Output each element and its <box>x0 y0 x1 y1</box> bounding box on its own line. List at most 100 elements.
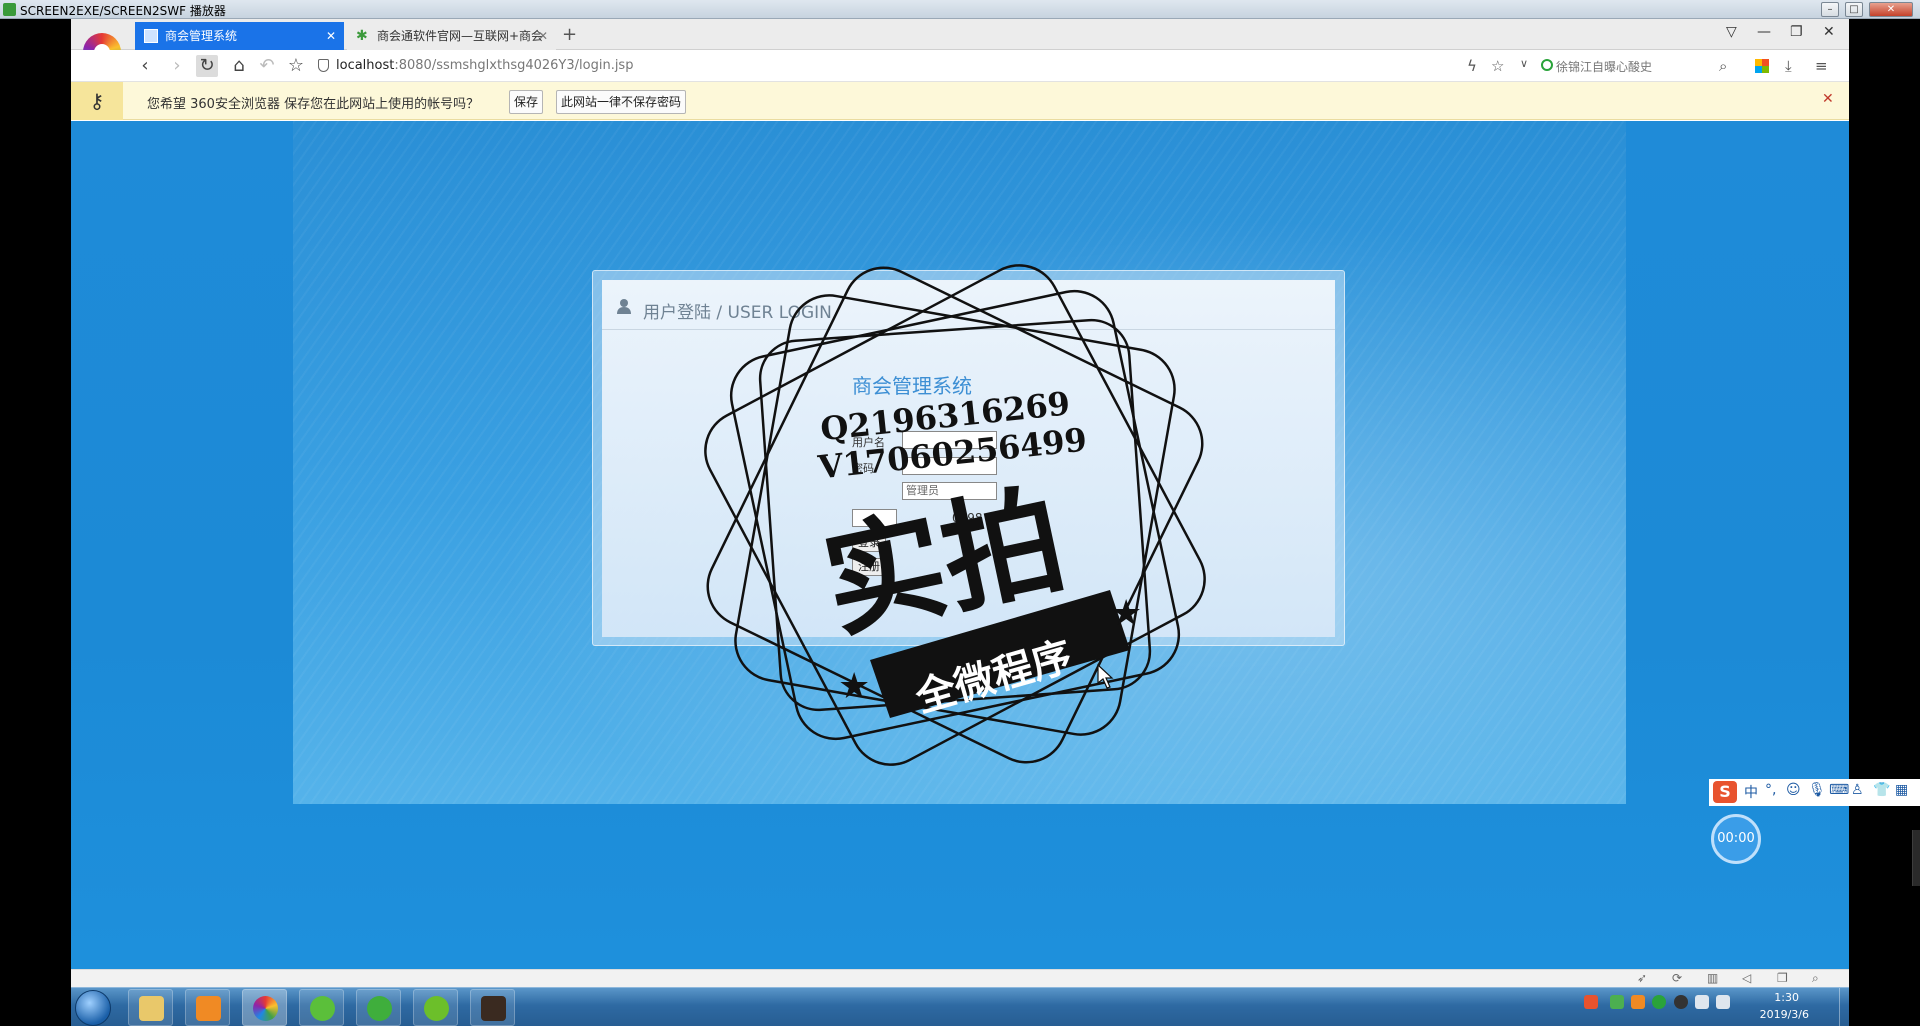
close-bar-icon[interactable]: ✕ <box>1822 91 1834 107</box>
password-save-bar: ⚷ 您希望 360安全浏览器 保存您在此网站上使用的帐号吗？ 保存 此网站一律不… <box>71 82 1849 120</box>
register-button[interactable]: 注册 <box>852 558 886 576</box>
role-select[interactable]: 管理员 <box>902 482 997 500</box>
close-icon[interactable]: ✕ <box>1869 2 1913 17</box>
recording-timer[interactable]: 00:00 <box>1711 814 1761 864</box>
system-tray: 1:30 2019/3/6 <box>1579 988 1849 1026</box>
username-input[interactable] <box>902 431 997 449</box>
captcha-input[interactable] <box>852 509 897 527</box>
clock-date[interactable]: 2019/3/6 <box>1760 1008 1809 1021</box>
green-app-icon <box>367 996 392 1021</box>
dropdown-chevron-icon[interactable]: ∨ <box>1520 57 1528 70</box>
security-shield-icon <box>318 59 329 72</box>
reload-icon[interactable]: ↻ <box>196 55 218 77</box>
download-icon[interactable]: ⤓ <box>1785 57 1792 75</box>
browser-icon <box>253 996 278 1021</box>
ime-mode[interactable]: 中 <box>1744 782 1758 802</box>
undo-close-icon[interactable]: ↶ <box>256 55 278 77</box>
taskbar-explorer[interactable] <box>128 989 173 1026</box>
trash-icon[interactable]: ▥ <box>1707 971 1718 985</box>
minimize-icon[interactable]: – <box>1821 2 1839 17</box>
outer-window-title: SCREEN2EXE/SCREEN2SWF 播放器 <box>20 4 226 18</box>
browser-restore-icon[interactable]: ❐ <box>1790 24 1803 40</box>
refresh-status-icon[interactable]: ⟳ <box>1672 971 1682 985</box>
new-tab-icon[interactable]: + <box>562 22 577 48</box>
mic-icon[interactable]: 🎙 <box>1808 782 1826 798</box>
sound-icon[interactable]: ◁ <box>1742 971 1751 985</box>
zoom-icon[interactable]: ⌕ <box>1812 971 1819 986</box>
volume-icon[interactable] <box>1716 995 1730 1009</box>
search-icon[interactable]: ⌕ <box>1719 57 1727 75</box>
tab-active[interactable]: 商会管理系统 ✕ <box>135 22 344 50</box>
login-panel-body: 用户登陆 / USER LOGIN 商会管理系统 用户名 密码 管理员 0698… <box>602 280 1335 637</box>
taskbar-browser[interactable] <box>242 989 287 1026</box>
tray-app-icon[interactable] <box>1631 995 1645 1009</box>
key-icon: ⚷ <box>71 82 123 120</box>
home-icon[interactable]: ⌂ <box>228 55 250 77</box>
back-icon[interactable]: ‹ <box>134 55 156 77</box>
side-handle[interactable] <box>1912 830 1920 886</box>
page-icon <box>144 29 158 43</box>
bookmark-star-icon[interactable]: ☆ <box>1491 57 1504 75</box>
browser-close-icon[interactable]: ✕ <box>1823 24 1835 40</box>
browser-status-bar: ➶ ⟳ ▥ ◁ ❐ ⌕ <box>71 969 1849 987</box>
outer-title-bar: SCREEN2EXE/SCREEN2SWF 播放器 – □ ✕ <box>0 0 1920 19</box>
qq-icon[interactable] <box>1674 995 1688 1009</box>
login-button[interactable]: 登录 <box>852 534 886 552</box>
tab-close-icon[interactable]: ✕ <box>326 22 336 50</box>
login-panel: 用户登陆 / USER LOGIN 商会管理系统 用户名 密码 管理员 0698… <box>592 270 1345 646</box>
sogou-ime-icon[interactable]: S <box>1713 781 1737 803</box>
folder-icon <box>139 996 164 1021</box>
player-logo-icon <box>3 3 16 16</box>
apps-icon[interactable] <box>1755 59 1769 73</box>
url-path: :8080/ssmshglxthsg4026Y3/login.jsp <box>394 58 634 73</box>
taskbar-app-d[interactable] <box>413 989 458 1026</box>
forward-icon[interactable]: › <box>166 55 188 77</box>
browser-window: 商会管理系统 ✕ ✱ 商会通软件官网—互联网+商会 ✕ + ▽ — ❐ ✕ ‹ … <box>71 19 1849 969</box>
taskbar: 1:30 2019/3/6 <box>71 987 1849 1026</box>
tray-shield-icon[interactable] <box>1610 995 1624 1009</box>
taskbar-ie[interactable] <box>299 989 344 1026</box>
taskbar-app-green[interactable] <box>356 989 401 1026</box>
lightning-icon[interactable]: ϟ <box>1467 57 1477 75</box>
tab-close-icon[interactable]: ✕ <box>538 22 548 50</box>
never-save-button[interactable]: 此网站一律不保存密码 <box>556 90 687 114</box>
url-field[interactable]: localhost:8080/ssmshglxthsg4026Y3/login.… <box>336 58 633 73</box>
user-icon <box>617 299 631 314</box>
rocket-icon[interactable]: ➶ <box>1637 971 1647 985</box>
screen: SCREEN2EXE/SCREEN2SWF 播放器 – □ ✕ 商会管理系统 ✕… <box>0 0 1920 1026</box>
captcha-code[interactable]: 0698 <box>952 511 983 525</box>
maximize-icon[interactable]: □ <box>1845 2 1863 17</box>
menu-icon[interactable]: ≡ <box>1815 57 1828 75</box>
search-engine-icon <box>1541 59 1553 71</box>
save-password-button[interactable]: 保存 <box>509 90 544 114</box>
skin-icon[interactable]: ▽ <box>1726 24 1737 40</box>
dreamweaver-icon <box>424 996 449 1021</box>
media-player-icon <box>196 996 221 1021</box>
taskbar-media[interactable] <box>185 989 230 1026</box>
show-desktop-button[interactable] <box>1839 988 1849 1026</box>
site-favicon-icon: ✱ <box>356 28 368 44</box>
left-black-margin <box>0 19 71 1026</box>
ime-toolbar: S 中 °, ☺ 🎙 ⌨ ♙ 👕 ▦ <box>1709 779 1920 806</box>
taskbar-app-player[interactable] <box>470 989 515 1026</box>
tab-label: 商会通软件官网—互联网+商会 <box>377 29 544 43</box>
grid-menu-icon[interactable]: ▦ <box>1895 782 1908 798</box>
search-suggestion[interactable]: 徐锦江自曝心酸史 <box>1556 58 1652 75</box>
user-tool-icon[interactable]: ♙ <box>1851 782 1864 798</box>
right-black-margin <box>1849 19 1920 1026</box>
password-input[interactable] <box>902 457 997 475</box>
network-icon[interactable] <box>1695 995 1709 1009</box>
window-icon[interactable]: ❐ <box>1777 971 1788 985</box>
keyboard-icon[interactable]: ⌨ <box>1829 782 1849 798</box>
skin-shirt-icon[interactable]: 👕 <box>1873 782 1890 798</box>
clock-time[interactable]: 1:30 <box>1774 991 1799 1004</box>
start-button[interactable] <box>75 990 111 1026</box>
tab-inactive[interactable]: ✱ 商会通软件官网—互联网+商会 ✕ <box>347 22 556 50</box>
tray-360-icon[interactable] <box>1652 995 1666 1009</box>
sogou-tray-icon[interactable] <box>1584 995 1598 1009</box>
system-title: 商会管理系统 <box>852 374 972 398</box>
punctuation-icon[interactable]: °, <box>1765 782 1776 798</box>
browser-minimize-icon[interactable]: — <box>1757 24 1771 40</box>
emoji-icon[interactable]: ☺ <box>1786 782 1801 798</box>
favorite-star-icon[interactable]: ☆ <box>285 55 307 77</box>
